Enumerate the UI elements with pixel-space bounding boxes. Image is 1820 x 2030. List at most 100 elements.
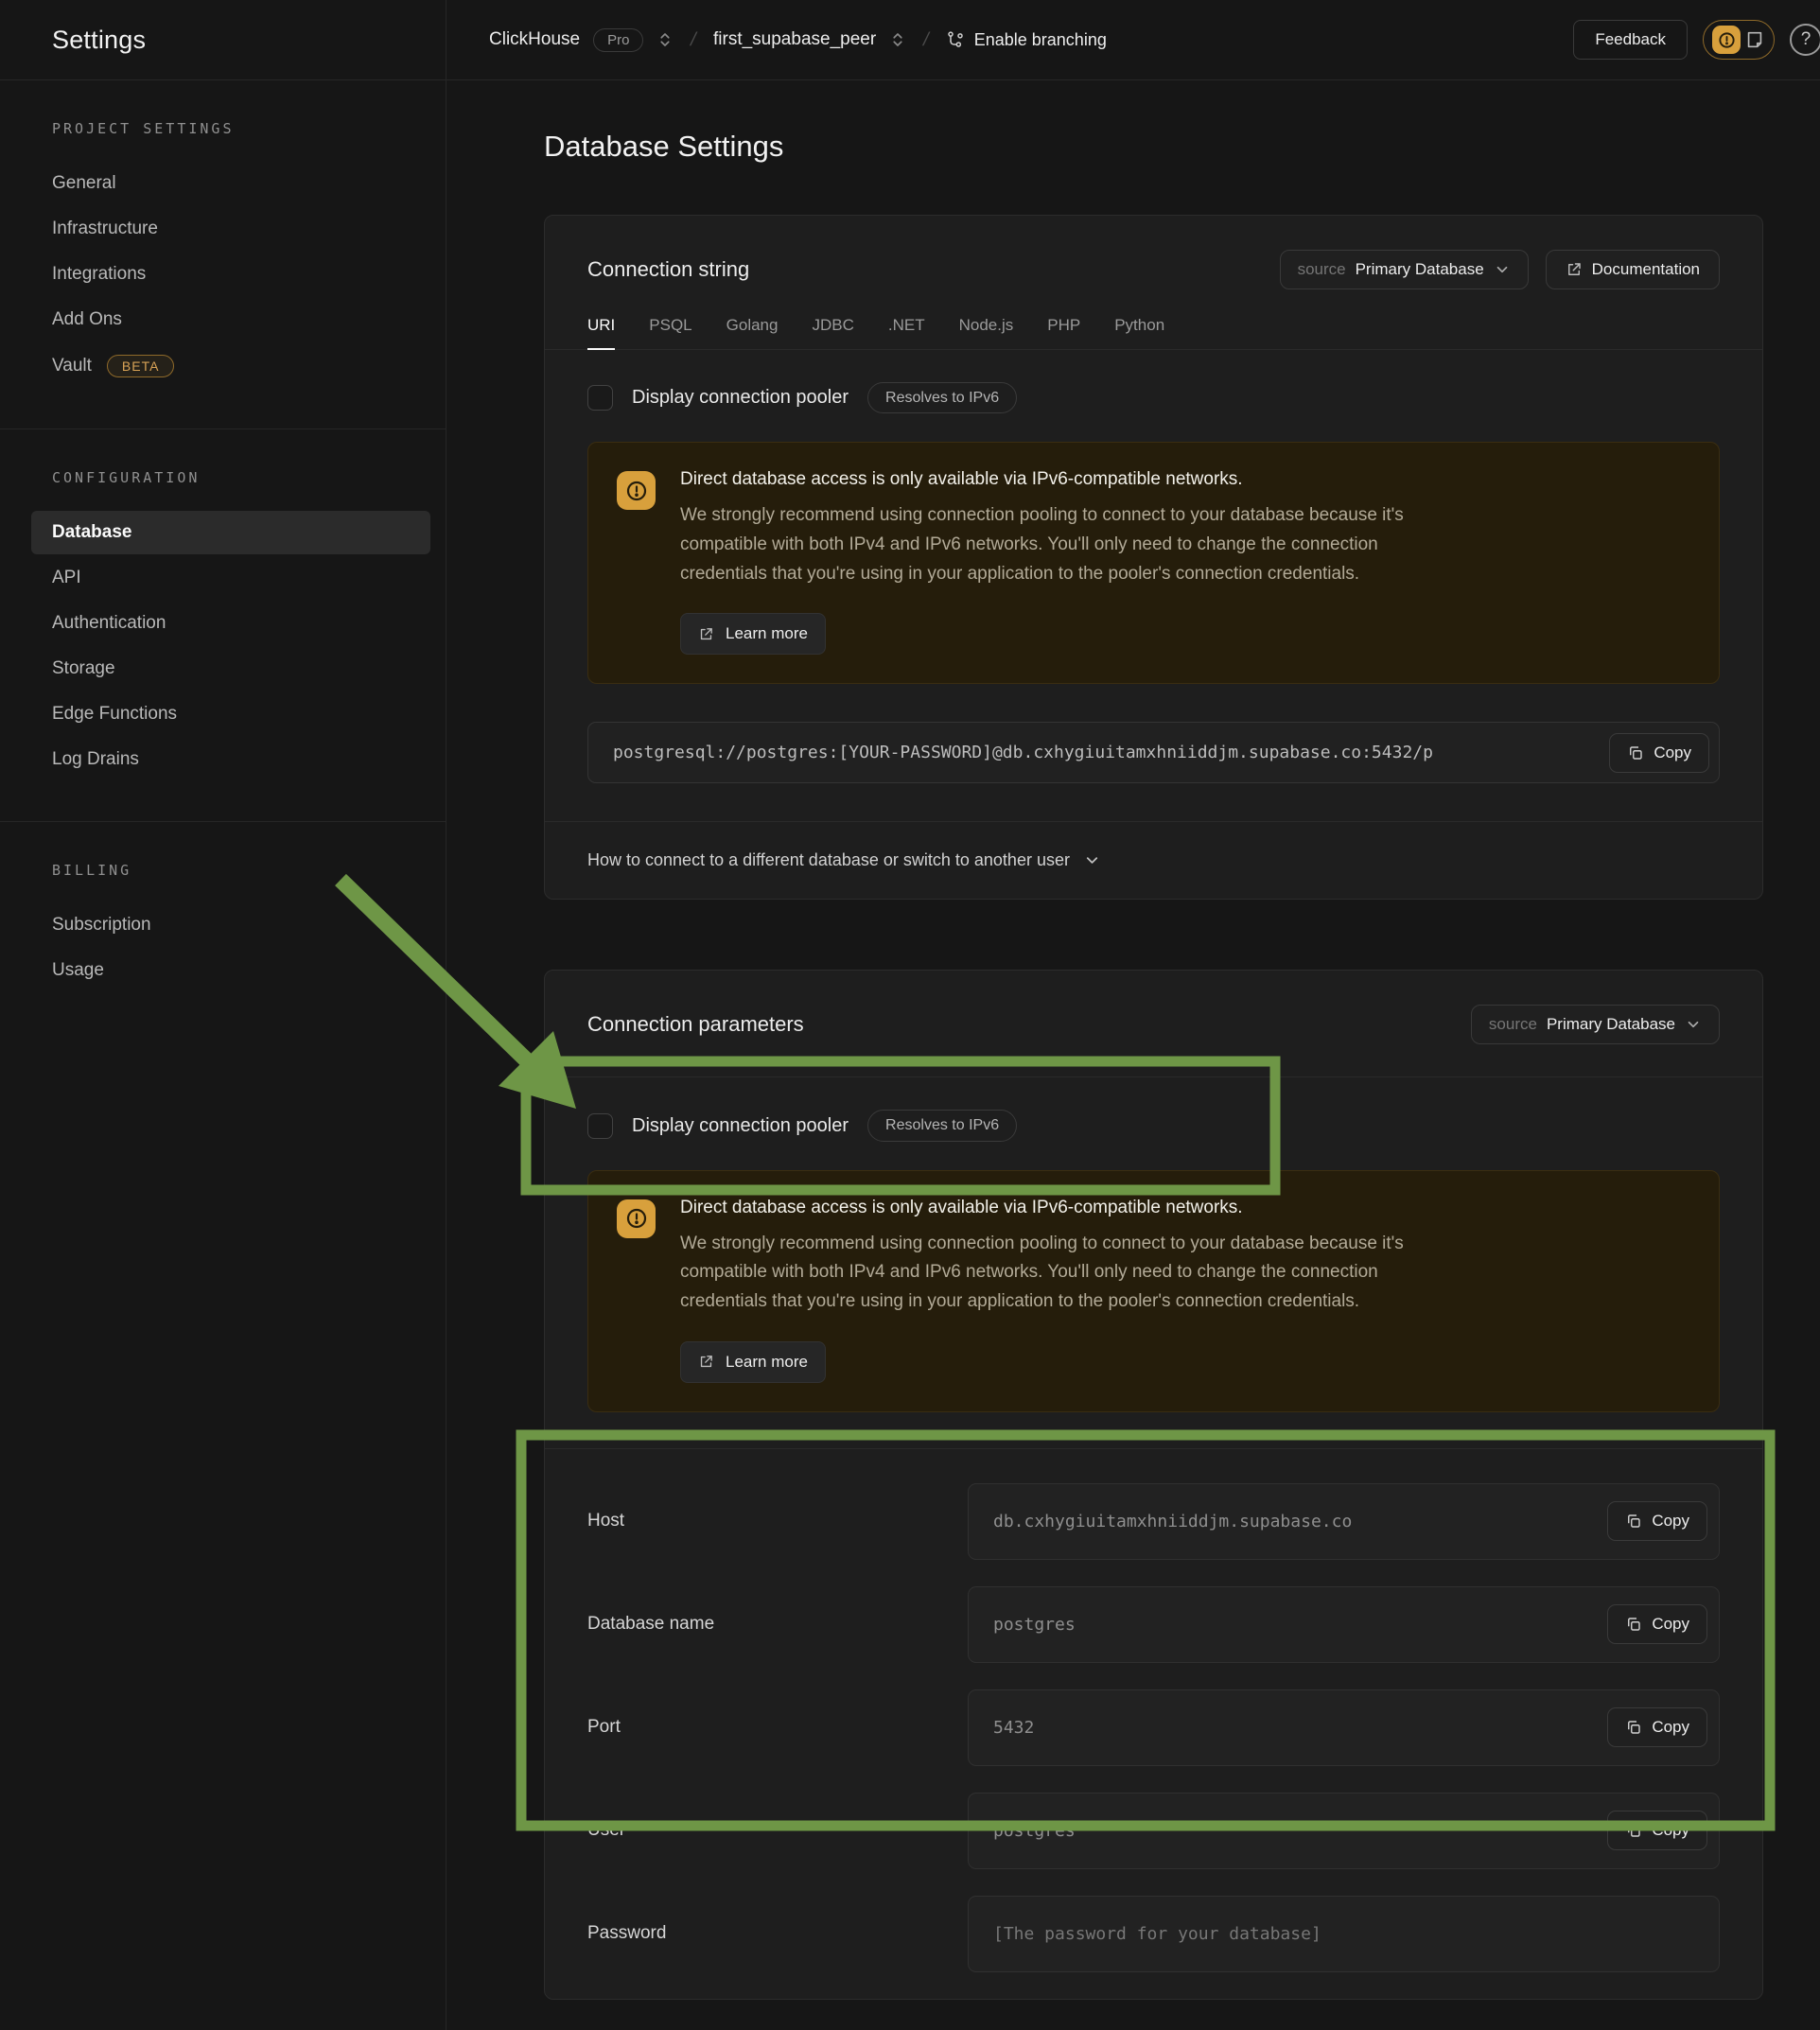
sidebar-item-usage[interactable]: Usage: [52, 949, 425, 992]
copy-uri-button[interactable]: Copy: [1609, 733, 1709, 773]
port-field: Copy: [968, 1689, 1720, 1766]
tab-golang[interactable]: Golang: [726, 316, 779, 349]
tab-nodejs[interactable]: Node.js: [959, 316, 1014, 349]
header-settings-title-area: Settings: [0, 0, 446, 79]
password-input[interactable]: [993, 1924, 1694, 1944]
copy-icon: [1627, 744, 1644, 761]
source-select[interactable]: source Primary Database: [1471, 1005, 1720, 1044]
sidebar-item-vault[interactable]: Vault BETA: [52, 343, 425, 389]
connect-help-label: How to connect to a different database o…: [587, 850, 1070, 870]
sidebar-item-edge-functions[interactable]: Edge Functions: [52, 692, 425, 736]
tab-dotnet[interactable]: .NET: [888, 316, 925, 349]
tab-php[interactable]: PHP: [1047, 316, 1080, 349]
breadcrumb-separator: /: [918, 29, 935, 51]
notes-icon: [1744, 29, 1765, 50]
port-input[interactable]: [993, 1718, 1586, 1738]
breadcrumb: ClickHouse Pro / first_supabase_peer / E…: [446, 28, 1573, 52]
ipv6-warning-panel: Direct database access is only available…: [587, 442, 1720, 684]
sidebar-item-api[interactable]: API: [52, 556, 425, 600]
external-link-icon: [698, 1354, 714, 1370]
param-label: Host: [587, 1511, 968, 1531]
copy-user-button[interactable]: Copy: [1607, 1811, 1707, 1850]
connection-string-controls: source Primary Database Documentation: [1280, 250, 1720, 289]
chevron-down-icon: [1685, 1016, 1702, 1033]
chevrons-up-down-icon[interactable]: [889, 31, 906, 48]
sidebar-item-add-ons[interactable]: Add Ons: [52, 298, 425, 341]
chevron-down-icon: [1494, 261, 1511, 278]
plan-badge: Pro: [593, 28, 643, 52]
resolves-to-ipv6-badge: Resolves to IPv6: [867, 1110, 1017, 1141]
page-title: Database Settings: [544, 130, 1763, 164]
connect-help-toggle[interactable]: How to connect to a different database o…: [545, 821, 1762, 899]
tab-uri[interactable]: URI: [587, 316, 615, 349]
breadcrumb-project[interactable]: first_supabase_peer: [713, 29, 876, 50]
header-actions: Feedback ?: [1573, 20, 1820, 60]
learn-more-button[interactable]: Learn more: [680, 1341, 826, 1383]
resolves-to-ipv6-badge: Resolves to IPv6: [867, 382, 1017, 413]
breadcrumb-org[interactable]: ClickHouse: [489, 29, 580, 50]
sidebar-item-database[interactable]: Database: [31, 511, 430, 554]
notification-badge[interactable]: [1703, 20, 1775, 60]
tab-jdbc[interactable]: JDBC: [812, 316, 853, 349]
connection-string-title: Connection string: [587, 257, 749, 282]
sidebar-section-project-settings: PROJECT SETTINGS General Infrastructure …: [0, 80, 446, 429]
chevron-down-icon: [1083, 851, 1101, 869]
connection-parameters-body: Display connection pooler Resolves to IP…: [545, 1077, 1762, 1971]
copy-port-button[interactable]: Copy: [1607, 1707, 1707, 1747]
database-name-input[interactable]: [993, 1615, 1586, 1635]
window-title: Settings: [52, 26, 146, 55]
connection-parameters-list: Host Copy Database name: [587, 1449, 1720, 1972]
help-icon[interactable]: ?: [1790, 24, 1820, 56]
user-field: Copy: [968, 1793, 1720, 1869]
git-branch-icon: [946, 30, 965, 49]
sidebar-item-storage[interactable]: Storage: [52, 647, 425, 691]
sidebar-item-infrastructure[interactable]: Infrastructure: [52, 207, 425, 251]
warning-icon: [617, 471, 656, 510]
sidebar-item-subscription[interactable]: Subscription: [52, 903, 425, 947]
pooler-row: Display connection pooler Resolves to IP…: [587, 382, 1720, 413]
learn-more-button[interactable]: Learn more: [680, 613, 826, 655]
param-row-user: User Copy: [587, 1793, 1720, 1869]
param-label: Password: [587, 1923, 968, 1944]
param-row-port: Port Copy: [587, 1689, 1720, 1766]
source-select-value: Primary Database: [1356, 260, 1484, 279]
source-select[interactable]: source Primary Database: [1280, 250, 1529, 289]
chevrons-up-down-icon[interactable]: [656, 31, 674, 48]
password-field: [968, 1896, 1720, 1972]
copy-database-name-button[interactable]: Copy: [1607, 1604, 1707, 1644]
tab-python[interactable]: Python: [1114, 316, 1164, 349]
external-link-icon: [1566, 261, 1583, 278]
enable-branching-button[interactable]: Enable branching: [946, 30, 1107, 50]
display-connection-pooler-checkbox[interactable]: [587, 1113, 613, 1139]
top-header: Settings ClickHouse Pro / first_supabase…: [0, 0, 1820, 80]
main-content: Database Settings Connection string sour…: [446, 80, 1820, 2030]
display-connection-pooler-checkbox[interactable]: [587, 385, 613, 411]
copy-host-button[interactable]: Copy: [1607, 1501, 1707, 1541]
connection-parameters-title: Connection parameters: [587, 1012, 804, 1037]
alert-icon: [1712, 26, 1741, 54]
sidebar-item-integrations[interactable]: Integrations: [52, 253, 425, 296]
enable-branching-label: Enable branching: [974, 30, 1107, 50]
sidebar-item-general[interactable]: General: [52, 162, 425, 205]
external-link-icon: [698, 626, 714, 642]
tab-psql[interactable]: PSQL: [649, 316, 691, 349]
connection-parameters-card: Connection parameters source Primary Dat…: [544, 970, 1763, 1999]
connection-string-header: Connection string source Primary Databas…: [545, 216, 1762, 289]
sidebar-section-configuration: CONFIGURATION Database API Authenticatio…: [0, 429, 446, 822]
param-row-host: Host Copy: [587, 1483, 1720, 1560]
host-input[interactable]: [993, 1512, 1586, 1531]
documentation-button[interactable]: Documentation: [1546, 250, 1720, 289]
pooler-label: Display connection pooler: [632, 1115, 849, 1137]
user-input[interactable]: [993, 1821, 1586, 1841]
connection-uri-block: postgresql://postgres:[YOUR-PASSWORD]@db…: [587, 722, 1720, 783]
sidebar-section-title: BILLING: [52, 862, 425, 879]
connection-string-tabs: URI PSQL Golang JDBC .NET Node.js PHP Py…: [545, 316, 1762, 350]
sidebar-item-authentication[interactable]: Authentication: [52, 602, 425, 645]
sidebar-item-log-drains[interactable]: Log Drains: [52, 738, 425, 781]
database-name-field: Copy: [968, 1586, 1720, 1663]
feedback-button[interactable]: Feedback: [1573, 20, 1688, 60]
warning-title: Direct database access is only available…: [680, 1198, 1413, 1218]
pooler-label: Display connection pooler: [632, 387, 849, 409]
connection-parameters-header: Connection parameters source Primary Dat…: [545, 971, 1762, 1077]
breadcrumb-separator: /: [685, 29, 702, 51]
